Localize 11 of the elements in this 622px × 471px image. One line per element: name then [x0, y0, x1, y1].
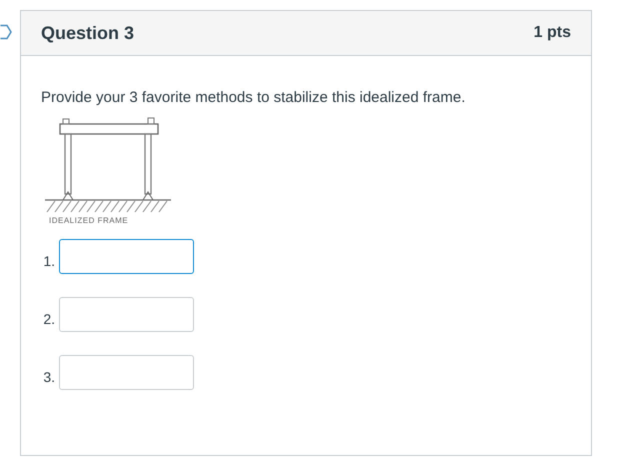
answer-number: 1.	[42, 252, 55, 268]
answer-field[interactable]	[59, 297, 194, 332]
question-title: Question 3	[41, 22, 134, 44]
answer-field[interactable]	[59, 355, 194, 390]
question-text: Provide your 3 favorite methods to stabilize this idealized frame.	[41, 89, 466, 106]
figure-caption: IDEALIZED FRAME	[49, 216, 128, 225]
points-label: 1 pts	[534, 24, 571, 42]
bookmark-icon[interactable]	[0, 24, 12, 40]
answer-field[interactable]	[59, 239, 194, 274]
answer-number: 2.	[42, 310, 55, 326]
answer-number: 3.	[42, 368, 55, 384]
